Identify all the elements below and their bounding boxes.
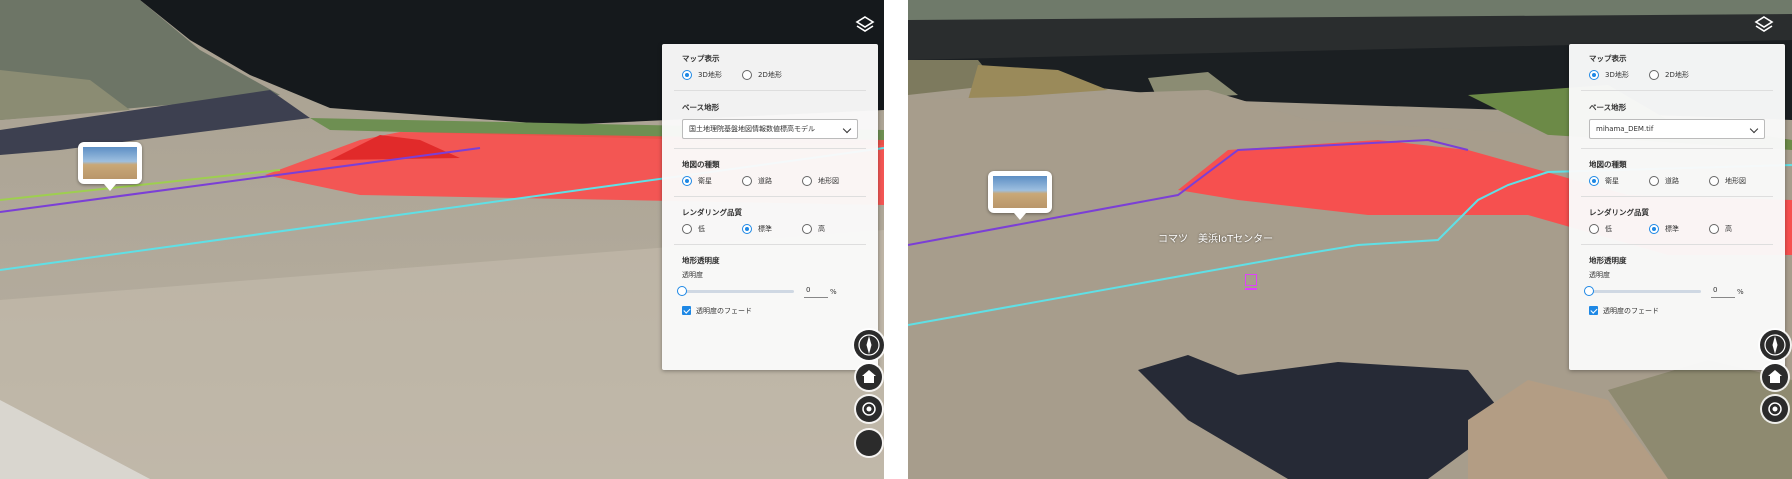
base-terrain-title: ベース地形 [682, 103, 720, 112]
locate-icon [1768, 402, 1782, 416]
map-type-title: 地図の種類 [1589, 160, 1627, 169]
transparency-label: 透明度 [682, 271, 703, 279]
radio-3d-terrain[interactable]: 3D地形 [682, 68, 722, 82]
layers-icon[interactable] [854, 14, 876, 36]
compass-button[interactable] [1760, 330, 1790, 360]
radio-quality-low[interactable]: 低 [682, 222, 705, 236]
compass-button[interactable] [854, 330, 884, 360]
home-button[interactable] [1762, 364, 1788, 390]
compass-icon [1764, 334, 1786, 356]
transparency-unit: % [830, 288, 837, 296]
fade-checkbox[interactable] [1589, 306, 1598, 315]
rendering-quality-title: レンダリング品質 [1589, 208, 1649, 217]
transparency-unit: % [1737, 288, 1744, 296]
radio-quality-standard[interactable]: 標準 [1649, 222, 1679, 236]
fade-label: 透明度のフェード [696, 307, 752, 315]
chevron-down-icon [842, 124, 852, 134]
radio-satellite[interactable]: 衛星 [1589, 174, 1619, 188]
map-type-options: 衛星 道路 地形図 [682, 174, 868, 188]
base-terrain-select[interactable]: mihama_DEM.tif [1589, 119, 1765, 139]
transparency-input[interactable]: 0 [1711, 286, 1735, 298]
radio-satellite[interactable]: 衛星 [682, 174, 712, 188]
photo-marker-icon[interactable] [78, 142, 142, 191]
base-terrain-select[interactable]: 国土地理院基盤地図情報数値標高モデル [682, 119, 858, 139]
radio-topographic[interactable]: 地形図 [1709, 174, 1746, 188]
home-icon [1768, 370, 1782, 383]
map-display-options: 3D地形 2D地形 [682, 68, 868, 82]
map-view-right[interactable]: コマツ 美浜IoTセンター マップ表示 3D地形 2D地形 ベース地形 miha… [908, 0, 1792, 479]
locate-button[interactable] [1762, 396, 1788, 422]
map-display-options: 3D地形 2D地形 [1589, 68, 1775, 82]
fade-label: 透明度のフェード [1603, 307, 1659, 315]
transparency-slider-thumb[interactable] [677, 286, 687, 296]
radio-2d-terrain[interactable]: 2D地形 [1649, 68, 1689, 82]
home-button[interactable] [856, 364, 882, 390]
zoom-button[interactable] [856, 430, 882, 456]
base-terrain-title: ベース地形 [1589, 103, 1627, 112]
locate-icon [862, 402, 876, 416]
radio-quality-standard[interactable]: 標準 [742, 222, 772, 236]
radio-2d-terrain[interactable]: 2D地形 [742, 68, 782, 82]
layers-icon[interactable] [1753, 14, 1775, 36]
location-pin-icon[interactable] [1244, 274, 1257, 290]
photo-marker-icon[interactable] [988, 171, 1052, 220]
transparency-input[interactable]: 0 [804, 286, 828, 298]
terrain-transparency-title: 地形透明度 [682, 256, 720, 265]
map-settings-panel: マップ表示 3D地形 2D地形 ベース地形 国土地理院基盤地図情報数値標高モデル… [662, 44, 878, 370]
place-label: コマツ 美浜IoTセンター [1158, 234, 1274, 245]
rendering-quality-options: 低 標準 高 [682, 222, 868, 236]
compass-icon [858, 334, 880, 356]
transparency-slider[interactable] [682, 290, 794, 293]
radio-road[interactable]: 道路 [1649, 174, 1679, 188]
radio-quality-high[interactable]: 高 [1709, 222, 1732, 236]
map-type-title: 地図の種類 [682, 160, 720, 169]
chevron-down-icon [1749, 124, 1759, 134]
map-view-left[interactable]: マップ表示 3D地形 2D地形 ベース地形 国土地理院基盤地図情報数値標高モデル… [0, 0, 884, 479]
terrain-transparency-title: 地形透明度 [1589, 256, 1627, 265]
radio-3d-terrain[interactable]: 3D地形 [1589, 68, 1629, 82]
transparency-slider-thumb[interactable] [1584, 286, 1594, 296]
map-settings-panel: マップ表示 3D地形 2D地形 ベース地形 mihama_DEM.tif 地図の… [1569, 44, 1785, 370]
radio-road[interactable]: 道路 [742, 174, 772, 188]
rendering-quality-title: レンダリング品質 [682, 208, 742, 217]
fade-checkbox[interactable] [682, 306, 691, 315]
home-icon [862, 370, 876, 383]
transparency-slider[interactable] [1589, 290, 1701, 293]
rendering-quality-options: 低 標準 高 [1589, 222, 1775, 236]
transparency-label: 透明度 [1589, 271, 1610, 279]
map-display-title: マップ表示 [1589, 54, 1627, 63]
map-type-options: 衛星 道路 地形図 [1589, 174, 1775, 188]
radio-topographic[interactable]: 地形図 [802, 174, 839, 188]
radio-quality-high[interactable]: 高 [802, 222, 825, 236]
map-display-title: マップ表示 [682, 54, 720, 63]
locate-button[interactable] [856, 396, 882, 422]
radio-quality-low[interactable]: 低 [1589, 222, 1612, 236]
